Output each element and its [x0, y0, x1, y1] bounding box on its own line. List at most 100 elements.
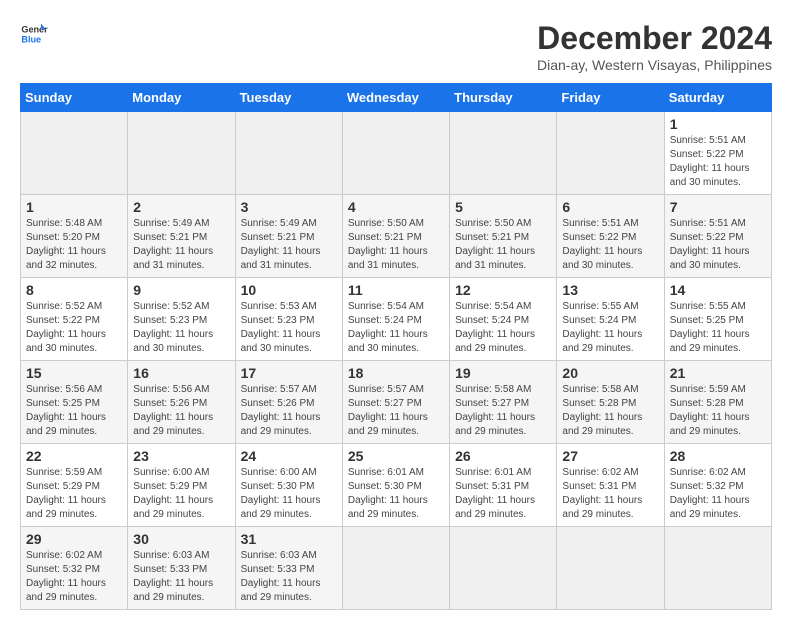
calendar-cell: 10 Sunrise: 5:53 AM Sunset: 5:23 PM Dayl…: [235, 278, 342, 361]
day-info: Sunrise: 5:51 AM Sunset: 5:22 PM Dayligh…: [562, 217, 658, 273]
day-number: 26: [455, 448, 551, 464]
day-number: 28: [670, 448, 766, 464]
calendar-cell: 9 Sunrise: 5:52 AM Sunset: 5:23 PM Dayli…: [128, 278, 235, 361]
day-info: Sunrise: 5:50 AM Sunset: 5:21 PM Dayligh…: [348, 217, 444, 273]
day-info: Sunrise: 5:58 AM Sunset: 5:28 PM Dayligh…: [562, 383, 658, 439]
calendar-cell: 30 Sunrise: 6:03 AM Sunset: 5:33 PM Dayl…: [128, 527, 235, 610]
day-info: Sunrise: 5:50 AM Sunset: 5:21 PM Dayligh…: [455, 217, 551, 273]
calendar-cell: 28 Sunrise: 6:02 AM Sunset: 5:32 PM Dayl…: [664, 444, 771, 527]
day-info: Sunrise: 6:00 AM Sunset: 5:30 PM Dayligh…: [241, 466, 337, 522]
day-number: 7: [670, 199, 766, 215]
day-number: 1: [670, 116, 766, 132]
day-number: 9: [133, 282, 229, 298]
calendar-cell: [450, 527, 557, 610]
day-info: Sunrise: 6:02 AM Sunset: 5:32 PM Dayligh…: [670, 466, 766, 522]
day-number: 4: [348, 199, 444, 215]
calendar-cell: 5 Sunrise: 5:50 AM Sunset: 5:21 PM Dayli…: [450, 195, 557, 278]
day-info: Sunrise: 6:01 AM Sunset: 5:30 PM Dayligh…: [348, 466, 444, 522]
calendar-week-2: 1 Sunrise: 5:48 AM Sunset: 5:20 PM Dayli…: [21, 195, 772, 278]
day-number: 2: [133, 199, 229, 215]
day-number: 16: [133, 365, 229, 381]
day-info: Sunrise: 6:02 AM Sunset: 5:32 PM Dayligh…: [26, 549, 122, 605]
calendar-cell: [342, 527, 449, 610]
day-number: 6: [562, 199, 658, 215]
calendar-cell: [21, 112, 128, 195]
page-title: December 2024: [537, 20, 772, 57]
day-info: Sunrise: 5:56 AM Sunset: 5:25 PM Dayligh…: [26, 383, 122, 439]
day-number: 10: [241, 282, 337, 298]
calendar-cell: 20 Sunrise: 5:58 AM Sunset: 5:28 PM Dayl…: [557, 361, 664, 444]
calendar-cell: 27 Sunrise: 6:02 AM Sunset: 5:31 PM Dayl…: [557, 444, 664, 527]
day-number: 1: [26, 199, 122, 215]
calendar-cell: 1 Sunrise: 5:51 AM Sunset: 5:22 PM Dayli…: [664, 112, 771, 195]
calendar-cell: 25 Sunrise: 6:01 AM Sunset: 5:30 PM Dayl…: [342, 444, 449, 527]
day-number: 23: [133, 448, 229, 464]
day-info: Sunrise: 5:59 AM Sunset: 5:28 PM Dayligh…: [670, 383, 766, 439]
calendar-cell: 24 Sunrise: 6:00 AM Sunset: 5:30 PM Dayl…: [235, 444, 342, 527]
day-info: Sunrise: 5:56 AM Sunset: 5:26 PM Dayligh…: [133, 383, 229, 439]
calendar-cell: [450, 112, 557, 195]
calendar-week-3: 8 Sunrise: 5:52 AM Sunset: 5:22 PM Dayli…: [21, 278, 772, 361]
calendar-cell: 2 Sunrise: 5:49 AM Sunset: 5:21 PM Dayli…: [128, 195, 235, 278]
day-number: 18: [348, 365, 444, 381]
calendar-cell: 17 Sunrise: 5:57 AM Sunset: 5:26 PM Dayl…: [235, 361, 342, 444]
calendar-cell: 3 Sunrise: 5:49 AM Sunset: 5:21 PM Dayli…: [235, 195, 342, 278]
day-number: 14: [670, 282, 766, 298]
day-info: Sunrise: 6:03 AM Sunset: 5:33 PM Dayligh…: [133, 549, 229, 605]
calendar-cell: 7 Sunrise: 5:51 AM Sunset: 5:22 PM Dayli…: [664, 195, 771, 278]
calendar-week-6: 29 Sunrise: 6:02 AM Sunset: 5:32 PM Dayl…: [21, 527, 772, 610]
day-info: Sunrise: 5:57 AM Sunset: 5:27 PM Dayligh…: [348, 383, 444, 439]
calendar-cell: 14 Sunrise: 5:55 AM Sunset: 5:25 PM Dayl…: [664, 278, 771, 361]
day-number: 13: [562, 282, 658, 298]
day-number: 21: [670, 365, 766, 381]
calendar-week-4: 15 Sunrise: 5:56 AM Sunset: 5:25 PM Dayl…: [21, 361, 772, 444]
day-number: 31: [241, 531, 337, 547]
day-number: 27: [562, 448, 658, 464]
page-subtitle: Dian-ay, Western Visayas, Philippines: [537, 57, 772, 73]
calendar-cell: 6 Sunrise: 5:51 AM Sunset: 5:22 PM Dayli…: [557, 195, 664, 278]
day-number: 3: [241, 199, 337, 215]
calendar-cell: 15 Sunrise: 5:56 AM Sunset: 5:25 PM Dayl…: [21, 361, 128, 444]
calendar-cell: 13 Sunrise: 5:55 AM Sunset: 5:24 PM Dayl…: [557, 278, 664, 361]
day-info: Sunrise: 6:01 AM Sunset: 5:31 PM Dayligh…: [455, 466, 551, 522]
day-info: Sunrise: 5:49 AM Sunset: 5:21 PM Dayligh…: [241, 217, 337, 273]
calendar-cell: 1 Sunrise: 5:48 AM Sunset: 5:20 PM Dayli…: [21, 195, 128, 278]
calendar-cell: [128, 112, 235, 195]
calendar-cell: 22 Sunrise: 5:59 AM Sunset: 5:29 PM Dayl…: [21, 444, 128, 527]
calendar-cell: [342, 112, 449, 195]
logo-icon: General Blue: [20, 20, 48, 48]
day-number: 29: [26, 531, 122, 547]
day-info: Sunrise: 5:57 AM Sunset: 5:26 PM Dayligh…: [241, 383, 337, 439]
calendar-week-1: 1 Sunrise: 5:51 AM Sunset: 5:22 PM Dayli…: [21, 112, 772, 195]
header-day-tuesday: Tuesday: [235, 84, 342, 112]
day-info: Sunrise: 5:51 AM Sunset: 5:22 PM Dayligh…: [670, 217, 766, 273]
day-info: Sunrise: 5:52 AM Sunset: 5:23 PM Dayligh…: [133, 300, 229, 356]
calendar-cell: 4 Sunrise: 5:50 AM Sunset: 5:21 PM Dayli…: [342, 195, 449, 278]
calendar-cell: [557, 527, 664, 610]
title-area: December 2024 Dian-ay, Western Visayas, …: [537, 20, 772, 73]
day-info: Sunrise: 5:53 AM Sunset: 5:23 PM Dayligh…: [241, 300, 337, 356]
day-info: Sunrise: 6:02 AM Sunset: 5:31 PM Dayligh…: [562, 466, 658, 522]
day-info: Sunrise: 5:59 AM Sunset: 5:29 PM Dayligh…: [26, 466, 122, 522]
header-day-saturday: Saturday: [664, 84, 771, 112]
page-header: General Blue December 2024 Dian-ay, West…: [20, 20, 772, 73]
day-info: Sunrise: 5:55 AM Sunset: 5:24 PM Dayligh…: [562, 300, 658, 356]
day-info: Sunrise: 5:54 AM Sunset: 5:24 PM Dayligh…: [455, 300, 551, 356]
logo: General Blue: [20, 20, 48, 48]
day-info: Sunrise: 5:58 AM Sunset: 5:27 PM Dayligh…: [455, 383, 551, 439]
day-info: Sunrise: 5:55 AM Sunset: 5:25 PM Dayligh…: [670, 300, 766, 356]
calendar-cell: 11 Sunrise: 5:54 AM Sunset: 5:24 PM Dayl…: [342, 278, 449, 361]
day-info: Sunrise: 5:51 AM Sunset: 5:22 PM Dayligh…: [670, 134, 766, 190]
day-info: Sunrise: 5:52 AM Sunset: 5:22 PM Dayligh…: [26, 300, 122, 356]
svg-text:Blue: Blue: [21, 34, 41, 44]
calendar-cell: [235, 112, 342, 195]
header-row: SundayMondayTuesdayWednesdayThursdayFrid…: [21, 84, 772, 112]
svg-text:General: General: [21, 25, 48, 35]
day-number: 22: [26, 448, 122, 464]
day-info: Sunrise: 5:49 AM Sunset: 5:21 PM Dayligh…: [133, 217, 229, 273]
calendar-cell: 31 Sunrise: 6:03 AM Sunset: 5:33 PM Dayl…: [235, 527, 342, 610]
day-info: Sunrise: 5:48 AM Sunset: 5:20 PM Dayligh…: [26, 217, 122, 273]
header-day-wednesday: Wednesday: [342, 84, 449, 112]
calendar-cell: 8 Sunrise: 5:52 AM Sunset: 5:22 PM Dayli…: [21, 278, 128, 361]
calendar-cell: 21 Sunrise: 5:59 AM Sunset: 5:28 PM Dayl…: [664, 361, 771, 444]
